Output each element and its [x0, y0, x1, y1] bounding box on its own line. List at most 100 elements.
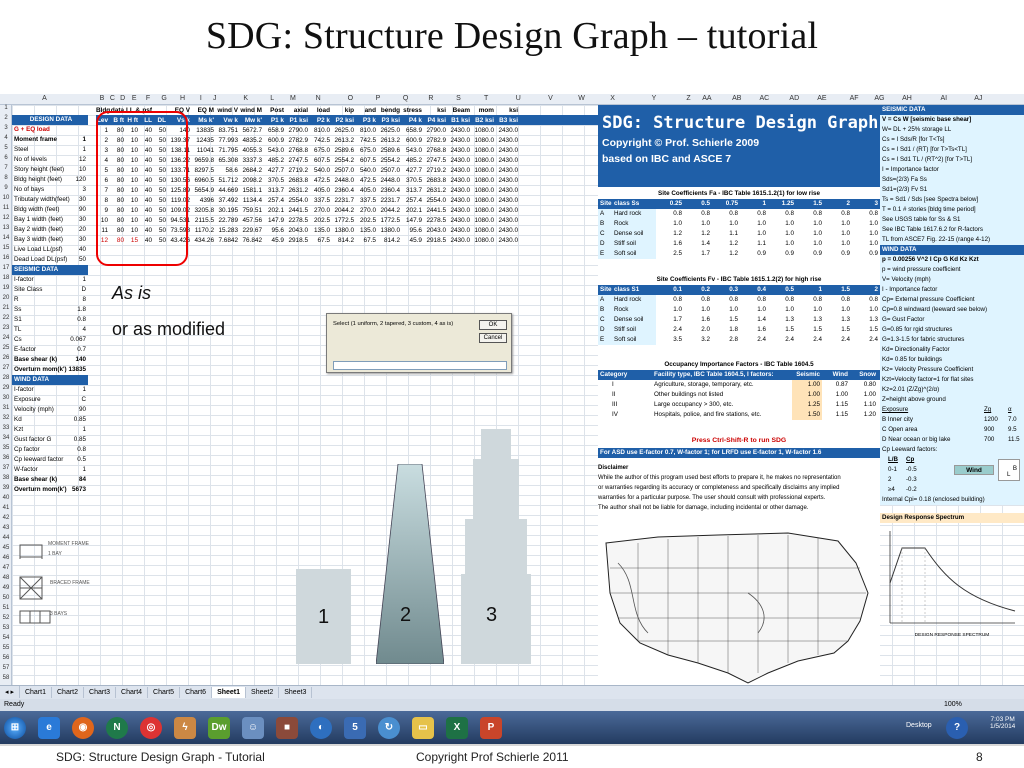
design-data-value[interactable]: 0.8 [77, 445, 86, 455]
row-number[interactable]: 14 [0, 235, 12, 241]
row-number[interactable]: 32 [0, 415, 12, 421]
table-cell[interactable]: Hard rock [612, 209, 656, 219]
table-cell[interactable]: 147.9 [402, 217, 424, 224]
column-header[interactable]: AH [897, 95, 917, 102]
table-cell[interactable]: 1080.0 [472, 157, 496, 164]
row-number[interactable]: 52 [0, 615, 12, 621]
table-cell[interactable]: 2683.8 [286, 177, 310, 184]
table-cell[interactable]: 543.0 [264, 147, 286, 154]
row-number[interactable]: 46 [0, 555, 12, 561]
firefox-icon[interactable]: ◉ [72, 717, 94, 739]
table-cell[interactable]: 202.5 [310, 217, 332, 224]
design-data-value[interactable]: 0.8 [77, 315, 86, 325]
column-header[interactable]: A [35, 95, 55, 102]
app-icon[interactable]: N [106, 717, 128, 739]
table-cell[interactable]: 540.0 [310, 167, 332, 174]
zoom-level[interactable]: 100% [944, 699, 962, 711]
table-cell[interactable]: Soft soil [612, 335, 656, 345]
design-data-row[interactable]: I-factor 1 [12, 385, 88, 395]
column-header[interactable]: V [541, 95, 561, 102]
table-cell[interactable]: 0.8 [852, 295, 880, 305]
table-cell[interactable]: 0.9 [740, 249, 768, 259]
folder-icon[interactable]: ▭ [412, 717, 434, 739]
table-cell[interactable]: 2.0 [684, 325, 712, 335]
table-cell[interactable]: 2278.5 [286, 217, 310, 224]
design-data-value[interactable]: 0.7 [77, 345, 86, 355]
design-data-row[interactable]: TL 4 [12, 325, 88, 335]
design-data-value[interactable]: 1 [82, 145, 86, 155]
table-cell[interactable]: 135.0 [310, 227, 332, 234]
design-data-row[interactable]: Bldg height (feet) 120 [12, 175, 88, 185]
dialog-input[interactable] [333, 361, 507, 370]
row-number[interactable]: 5 [0, 145, 12, 151]
table-cell[interactable]: 2430.0 [496, 127, 520, 134]
design-data-row[interactable]: I-factor 1 [12, 275, 88, 285]
table-cell[interactable]: 1.0 [796, 229, 824, 239]
table-cell[interactable]: 1.5 [852, 325, 880, 335]
column-header[interactable]: AE [812, 95, 832, 102]
globe-icon[interactable]: ◐ [310, 717, 332, 739]
row-number[interactable]: 20 [0, 295, 12, 301]
table-cell[interactable]: Hard rock [612, 295, 656, 305]
table-cell[interactable]: 0.8 [824, 295, 852, 305]
row-number[interactable]: 8 [0, 175, 12, 181]
table-cell[interactable]: 810.0 [356, 127, 378, 134]
table-cell[interactable]: 2.4 [740, 335, 768, 345]
table-cell[interactable]: 1.0 [656, 305, 684, 315]
table-cell[interactable]: 1.15 [822, 410, 850, 420]
table-cell[interactable]: 11041 [192, 147, 216, 154]
table-cell[interactable]: 1.50 [792, 410, 822, 420]
design-data-value[interactable]: 1 [82, 275, 86, 285]
row-number[interactable]: 33 [0, 425, 12, 431]
design-data-value[interactable]: 90 [79, 405, 86, 415]
table-cell[interactable]: 1.0 [684, 305, 712, 315]
row-number[interactable]: 45 [0, 545, 12, 551]
table-cell[interactable]: IV [598, 410, 652, 420]
table-cell[interactable]: 2278.5 [424, 217, 448, 224]
row-number[interactable]: 10 [0, 195, 12, 201]
ok-button[interactable]: OK [479, 320, 507, 330]
column-header[interactable]: AG [869, 95, 889, 102]
table-cell[interactable]: 759.51 [240, 207, 264, 214]
table-cell[interactable]: 2043.0 [424, 227, 448, 234]
table-cell[interactable]: 337.5 [310, 197, 332, 204]
sheet-tab[interactable]: Chart3 [84, 687, 117, 698]
table-cell[interactable]: 1.0 [740, 229, 768, 239]
table-cell[interactable]: 2430.0 [496, 167, 520, 174]
table-cell[interactable]: 2747.5 [286, 157, 310, 164]
design-data-value[interactable]: 90 [79, 205, 86, 215]
table-cell[interactable]: 202.1 [264, 207, 286, 214]
table-cell[interactable]: 337.5 [356, 197, 378, 204]
table-cell[interactable]: 4835.2 [240, 137, 264, 144]
design-data-row[interactable]: Bay 3 width (feet) 30 [12, 235, 88, 245]
design-data-row[interactable]: Exposure C [12, 395, 88, 405]
table-cell[interactable]: 1.0 [824, 229, 852, 239]
ie-icon[interactable]: e [38, 717, 60, 739]
table-cell[interactable]: 83.751 [216, 127, 240, 134]
table-cell[interactable]: 270.0 [310, 207, 332, 214]
table-cell[interactable]: 1.1 [740, 239, 768, 249]
table-cell[interactable]: 2448.0 [332, 177, 356, 184]
table-cell[interactable]: 313.7 [402, 187, 424, 194]
table-cell[interactable]: 1.0 [768, 229, 796, 239]
table-cell[interactable]: 1134.4 [240, 197, 264, 204]
design-data-value[interactable]: 3 [82, 185, 86, 195]
table-cell[interactable]: 370.5 [264, 177, 286, 184]
table-cell[interactable]: 95.6 [264, 227, 286, 234]
row-number[interactable]: 42 [0, 515, 12, 521]
table-cell[interactable]: E [598, 249, 612, 259]
table-cell[interactable]: 1080.0 [472, 217, 496, 224]
row-number[interactable]: 26 [0, 355, 12, 361]
table-cell[interactable]: 0.9 [768, 249, 796, 259]
table-cell[interactable]: 0.8 [768, 295, 796, 305]
table-cell[interactable]: 1.0 [712, 219, 740, 229]
excel-icon[interactable]: X [446, 717, 468, 739]
table-cell[interactable]: A [598, 295, 612, 305]
table-cell[interactable]: 2430.0 [448, 157, 472, 164]
table-cell[interactable]: 0.8 [656, 295, 684, 305]
table-cell[interactable]: 1.8 [712, 325, 740, 335]
design-data-row[interactable]: Kd 0.85 [12, 415, 88, 425]
design-data-value[interactable]: 0.85 [74, 435, 86, 445]
row-number[interactable]: 38 [0, 475, 12, 481]
design-data-value[interactable]: 30 [79, 195, 86, 205]
